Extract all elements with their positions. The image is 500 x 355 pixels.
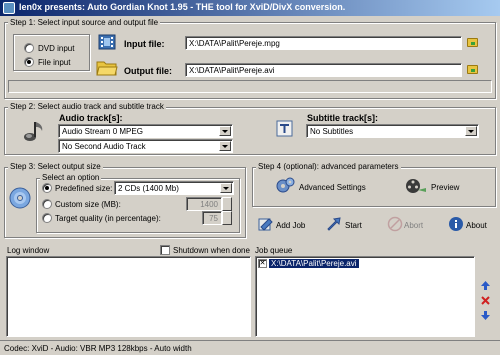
file-input-label[interactable]: File input — [38, 58, 70, 67]
audio-track-1-select[interactable]: Audio Stream 0 MPEG — [58, 124, 233, 138]
disc-icon — [9, 187, 31, 209]
job-checkbox[interactable]: ✕ — [258, 259, 267, 268]
about-icon[interactable] — [448, 216, 464, 232]
gears-icon[interactable] — [275, 176, 295, 196]
predefined-size-radio[interactable] — [42, 183, 52, 193]
output-file-field[interactable]: X:\DATA\Palit\Pereje.avi — [185, 63, 462, 77]
app-window: len0x presents: Auto Gordian Knot 1.95 -… — [0, 0, 500, 355]
browse-input-folder-icon[interactable] — [467, 38, 478, 47]
abort-button[interactable]: Abort — [404, 221, 423, 230]
subtitle-value: No Subtitles — [310, 127, 354, 136]
dvd-input-label[interactable]: DVD input — [38, 44, 74, 53]
dvd-input-radio[interactable] — [24, 43, 34, 53]
job-queue-list[interactable]: ✕ X:\DATA\Palit\Pereje.avi — [255, 256, 475, 337]
predefined-size-label[interactable]: Predefined size: — [55, 184, 112, 193]
input-file-label: Input file: — [124, 39, 165, 49]
chevron-down-icon[interactable] — [219, 141, 231, 151]
abort-icon[interactable] — [387, 216, 403, 232]
add-job-button[interactable]: Add Job — [276, 221, 305, 230]
input-file-field[interactable]: X:\DATA\Palit\Pereje.mpg — [185, 36, 462, 50]
step3-label: Step 3: Select output size — [8, 162, 103, 171]
subtitle-select[interactable]: No Subtitles — [306, 124, 479, 138]
subtitle-tracks-label: Subtitle track[s]: — [307, 113, 379, 123]
chevron-down-icon[interactable] — [219, 126, 231, 136]
job-item-label: X:\DATA\Palit\Pereje.avi — [269, 259, 359, 268]
start-icon[interactable] — [326, 216, 342, 232]
window-title: len0x presents: Auto Gordian Knot 1.95 -… — [19, 2, 346, 12]
delete-icon[interactable] — [480, 295, 491, 306]
advanced-settings-button[interactable]: Advanced Settings — [299, 183, 366, 192]
down-arrow-icon[interactable] — [480, 310, 491, 321]
audio-tracks-label: Audio track[s]: — [59, 113, 123, 123]
predefined-size-value: 2 CDs (1400 Mb) — [118, 184, 179, 193]
custom-size-spinner[interactable] — [222, 197, 232, 211]
log-window-label: Log window — [7, 246, 50, 255]
step1-label: Step 1: Select input source and output f… — [8, 18, 161, 27]
preview-button[interactable]: Preview — [431, 183, 459, 192]
output-file-label: Output file: — [124, 66, 172, 76]
step4-label: Step 4 (optional): advanced parameters — [256, 162, 401, 171]
browse-output-folder-icon[interactable] — [467, 65, 478, 74]
text-icon — [276, 120, 293, 137]
film-icon — [98, 33, 116, 51]
shutdown-checkbox[interactable] — [160, 245, 170, 255]
audio-track-2-select[interactable]: No Second Audio Track — [58, 139, 233, 153]
step2-label: Step 2: Select audio track and subtitle … — [8, 102, 166, 111]
custom-size-label[interactable]: Custom size (MB): — [55, 200, 121, 209]
add-job-icon[interactable] — [258, 216, 274, 232]
predefined-size-select[interactable]: 2 CDs (1400 Mb) — [114, 181, 234, 195]
shutdown-label[interactable]: Shutdown when done — [173, 246, 250, 255]
up-arrow-icon[interactable] — [480, 280, 491, 291]
chevron-down-icon[interactable] — [465, 126, 477, 136]
start-button[interactable]: Start — [345, 221, 362, 230]
target-quality-label[interactable]: Target quality (in percentage): — [55, 214, 161, 223]
app-icon[interactable] — [3, 2, 15, 14]
audio-track-2-value: No Second Audio Track — [62, 142, 146, 151]
film-reel-icon[interactable] — [405, 176, 427, 196]
status-bar: Codec: XviD - Audio: VBR MP3 128kbps - A… — [0, 340, 500, 355]
custom-size-field[interactable]: 1400 — [186, 197, 222, 211]
status-text: Codec: XviD - Audio: VBR MP3 128kbps - A… — [4, 344, 192, 353]
file-input-radio[interactable] — [24, 57, 34, 67]
target-quality-radio[interactable] — [42, 213, 52, 223]
option-label: Select an option — [40, 173, 102, 182]
progress-bar — [8, 80, 492, 93]
chevron-down-icon[interactable] — [220, 183, 232, 193]
list-item[interactable]: ✕ X:\DATA\Palit\Pereje.avi — [258, 259, 472, 270]
folder-icon — [96, 57, 118, 77]
music-note-icon — [21, 119, 47, 143]
log-window[interactable] — [6, 256, 251, 337]
custom-size-radio[interactable] — [42, 199, 52, 209]
target-quality-spinner[interactable] — [222, 211, 232, 225]
title-bar[interactable]: len0x presents: Auto Gordian Knot 1.95 -… — [0, 0, 500, 16]
target-quality-field[interactable]: 75 — [202, 211, 222, 225]
audio-track-1-value: Audio Stream 0 MPEG — [62, 127, 143, 136]
about-button[interactable]: About — [466, 221, 487, 230]
job-queue-label: Job queue — [255, 246, 293, 255]
